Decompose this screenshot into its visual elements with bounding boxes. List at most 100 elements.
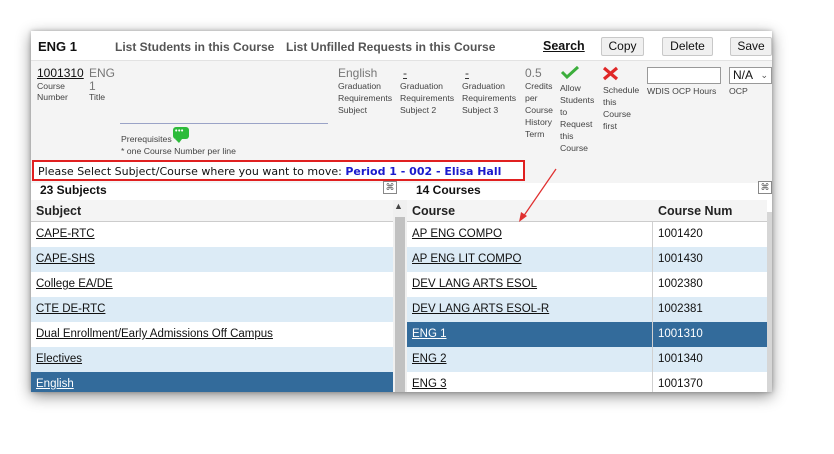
credits-label-3: Course (525, 105, 554, 115)
credits-label-4: History (525, 117, 553, 127)
subject-row[interactable]: Electives (31, 347, 393, 372)
course-cell[interactable]: DEV LANG ARTS ESOL (407, 272, 653, 297)
grad-subject-label-1: Graduation (338, 81, 381, 91)
subject-link[interactable]: CAPE-SHS (36, 253, 95, 265)
header-bar: ENG 1 List Students in this Course List … (31, 31, 772, 61)
course-cell[interactable]: AP ENG LIT COMPO (407, 247, 653, 272)
subject-link[interactable]: CTE DE-RTC (36, 303, 105, 315)
subject-link[interactable]: CAPE-RTC (36, 228, 95, 240)
credits-value: 0.5 (525, 66, 542, 80)
allow-label-4: Request (560, 119, 593, 129)
check-icon[interactable] (560, 65, 580, 79)
instruction-text: Please Select Subject/Course where you w… (38, 165, 501, 178)
instruction-target: Period 1 - 002 - Elisa Hall (345, 165, 502, 178)
prereq-chat-icon[interactable]: ••• (173, 127, 189, 143)
course-link[interactable]: AP ENG LIT COMPO (412, 253, 522, 265)
subject-link[interactable]: College EA/DE (36, 278, 113, 290)
grad-subject3-label-1: Graduation (462, 81, 505, 91)
list-students-link[interactable]: List Students in this Course (115, 40, 274, 54)
credits-label-5: Term (525, 129, 545, 139)
schedule-label-1: Schedule (603, 85, 640, 95)
course-window: ENG 1 List Students in this Course List … (31, 31, 772, 392)
subjects-scroll-thumb[interactable] (395, 217, 405, 392)
grad-subject3-label-3: Subject 3 (462, 105, 499, 115)
course-cell[interactable]: AP ENG COMPO (407, 222, 653, 247)
scroll-up-icon[interactable]: ▲ (394, 201, 403, 211)
course-detail-panel: 1001310 Course Number ENG 1 Title Englis… (31, 61, 772, 159)
schedule-label-4: first (603, 121, 617, 131)
grad-subject2-label-2: Requirements (400, 93, 455, 103)
subject-row[interactable]: CAPE-RTC (31, 222, 393, 247)
course-num-cell: 1002380 (653, 272, 767, 297)
course-num-cell: 1002381 (653, 297, 767, 322)
x-icon[interactable] (602, 66, 619, 81)
course-num-cell: 1001370 (653, 372, 767, 392)
subject-row[interactable]: Dual Enrollment/Early Admissions Off Cam… (31, 322, 393, 347)
course-link[interactable]: ENG 3 (412, 378, 447, 390)
courses-count-title: 14 Courses (416, 183, 481, 197)
subject-link[interactable]: Electives (36, 353, 82, 365)
ocp-label: OCP (729, 86, 748, 96)
course-cell[interactable]: DEV LANG ARTS ESOL-R (407, 297, 653, 322)
subject-row[interactable]: CAPE-SHS (31, 247, 393, 272)
course-num-cell: 1001340 (653, 347, 767, 372)
allow-label-2: Students (560, 95, 595, 105)
grad-subject2-value[interactable]: - (403, 66, 407, 80)
course-cell[interactable]: ENG 3 (407, 372, 653, 392)
course-number-value[interactable]: 1001310 (37, 66, 84, 80)
course-title-value-2: 1 (89, 79, 96, 93)
chevron-down-icon: ⌄ (760, 70, 768, 80)
grad-subject3-value[interactable]: - (465, 66, 469, 80)
expand-icon[interactable]: ⌘ (383, 181, 397, 194)
grad-subject2-label-1: Graduation (400, 81, 443, 91)
grad-subject-value[interactable]: English (338, 66, 377, 80)
prerequisites-input-line[interactable] (120, 123, 328, 124)
subject-column-header[interactable]: Subject (31, 200, 393, 222)
course-num-cell: 1001430 (653, 247, 767, 272)
course-cell[interactable]: ENG 2 (407, 347, 653, 372)
courses-scrollbar[interactable] (767, 212, 772, 392)
course-num-column-header[interactable]: Course Num (653, 200, 767, 222)
credits-label-2: per (525, 93, 538, 103)
course-num-cell-selected: 1001310 (653, 322, 767, 347)
course-link[interactable]: ENG 2 (412, 353, 447, 365)
subject-link[interactable]: English (36, 378, 74, 390)
subject-row-selected[interactable]: English (31, 372, 393, 392)
search-link[interactable]: Search (543, 39, 585, 53)
ocp-select[interactable]: N/A ⌄ (729, 67, 772, 84)
allow-label-1: Allow (560, 83, 581, 93)
wdis-ocp-hours-label: WDIS OCP Hours (647, 86, 717, 96)
list-unfilled-requests-link[interactable]: List Unfilled Requests in this Course (286, 40, 495, 54)
allow-label-3: to (560, 107, 568, 117)
ocp-select-value: N/A (733, 68, 754, 82)
course-number-label-2: Number (37, 92, 68, 102)
course-link[interactable]: AP ENG COMPO (412, 228, 502, 240)
grad-subject2-label-3: Subject 2 (400, 105, 437, 115)
subjects-count-title: 23 Subjects (40, 183, 107, 197)
grad-subject3-label-2: Requirements (462, 93, 517, 103)
expand-icon[interactable]: ⌘ (758, 181, 772, 194)
instruction-bar: Please Select Subject/Course where you w… (31, 159, 772, 183)
copy-button[interactable]: Copy (601, 37, 644, 56)
save-button[interactable]: Save (730, 37, 772, 56)
course-link[interactable]: DEV LANG ARTS ESOL (412, 278, 537, 290)
course-link[interactable]: ENG 1 (412, 328, 447, 340)
wdis-ocp-hours-input[interactable] (647, 67, 721, 84)
schedule-label-2: this (603, 97, 617, 107)
course-column-header[interactable]: Course (407, 200, 653, 222)
prerequisites-note: * one Course Number per line (121, 146, 236, 156)
instruction-highlight-box: Please Select Subject/Course where you w… (32, 160, 525, 181)
grad-subject-label-2: Requirements (338, 93, 393, 103)
course-cell-selected[interactable]: ENG 1 (407, 322, 653, 347)
course-code-title: ENG 1 (38, 39, 78, 54)
delete-button[interactable]: Delete (662, 37, 713, 56)
schedule-label-3: Course (603, 109, 632, 119)
course-link[interactable]: DEV LANG ARTS ESOL-R (412, 303, 549, 315)
subject-row[interactable]: CTE DE-RTC (31, 297, 393, 322)
subject-link[interactable]: Dual Enrollment/Early Admissions Off Cam… (36, 328, 273, 340)
credits-label-1: Credits (525, 81, 553, 91)
course-title-label: Title (89, 92, 106, 102)
subject-row[interactable]: College EA/DE (31, 272, 393, 297)
allow-label-6: Course (560, 143, 589, 153)
grad-subject-label-3: Subject (338, 105, 367, 115)
